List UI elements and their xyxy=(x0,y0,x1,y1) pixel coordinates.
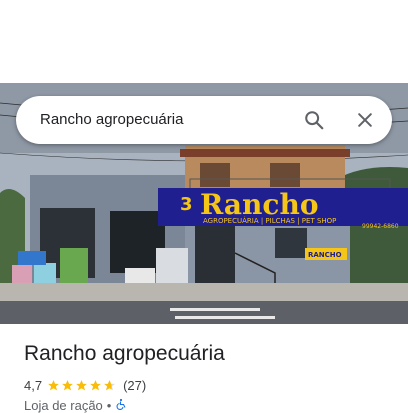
search-icon[interactable] xyxy=(298,104,330,136)
sign-phone: 99942-6860 xyxy=(362,223,399,230)
category-row: Loja de ração • xyxy=(24,398,127,413)
category-separator: • xyxy=(106,398,112,413)
star-icon xyxy=(48,379,59,390)
sign-number: 3 xyxy=(180,194,193,215)
sign-tagline: AGROPECUÁRIA | PILCHAS | PET SHOP xyxy=(203,216,336,225)
star-icon xyxy=(90,379,101,390)
rating-value: 4,7 xyxy=(24,377,43,393)
search-input[interactable]: Rancho agropecuária xyxy=(40,96,183,144)
place-title: Rancho agropecuária xyxy=(24,342,225,365)
place-info-panel: Rancho agropecuária 4,7 (27) Loja de raç… xyxy=(0,324,408,413)
small-sign: RANCHO xyxy=(308,251,342,259)
star-icon xyxy=(62,379,73,390)
star-rating xyxy=(47,379,117,392)
place-category: Loja de ração xyxy=(24,398,103,413)
top-blank-area xyxy=(0,0,408,83)
star-icon xyxy=(76,379,87,390)
search-bar[interactable]: Rancho agropecuária xyxy=(16,96,392,144)
rating-row[interactable]: 4,7 (27) xyxy=(24,376,146,394)
close-icon[interactable] xyxy=(349,104,381,136)
wheelchair-accessible-icon xyxy=(115,398,127,413)
star-half-icon xyxy=(104,379,115,390)
review-count[interactable]: (27) xyxy=(123,378,146,393)
